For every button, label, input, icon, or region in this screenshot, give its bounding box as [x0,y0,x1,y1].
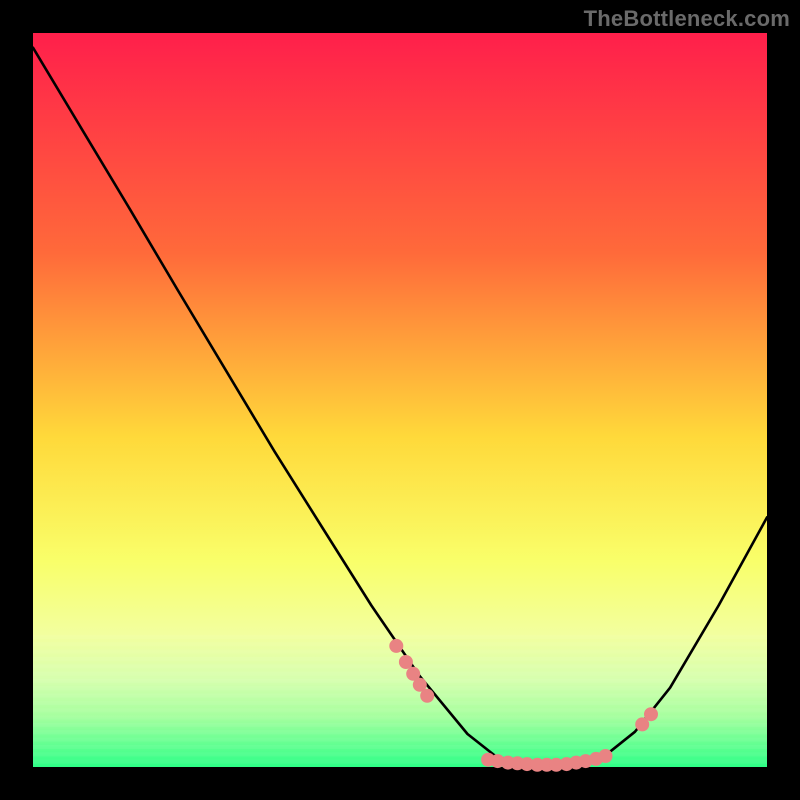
banding-row [33,760,767,764]
banding-row [33,672,767,676]
banding-row [33,686,767,690]
highlight-point [399,655,413,669]
banding-row [33,745,767,749]
banding-row [33,635,767,639]
highlight-point [644,707,658,721]
highlight-point [599,749,613,763]
watermark-text: TheBottleneck.com [584,6,790,32]
banding-row [33,723,767,727]
banding-row [33,679,767,683]
banding-row [33,752,767,756]
chart-svg [0,0,800,800]
highlight-point [420,689,434,703]
chart-stage: TheBottleneck.com [0,0,800,800]
banding-row [33,738,767,742]
highlight-point [389,639,403,653]
banding-row [33,694,767,698]
banding-row [33,730,767,734]
